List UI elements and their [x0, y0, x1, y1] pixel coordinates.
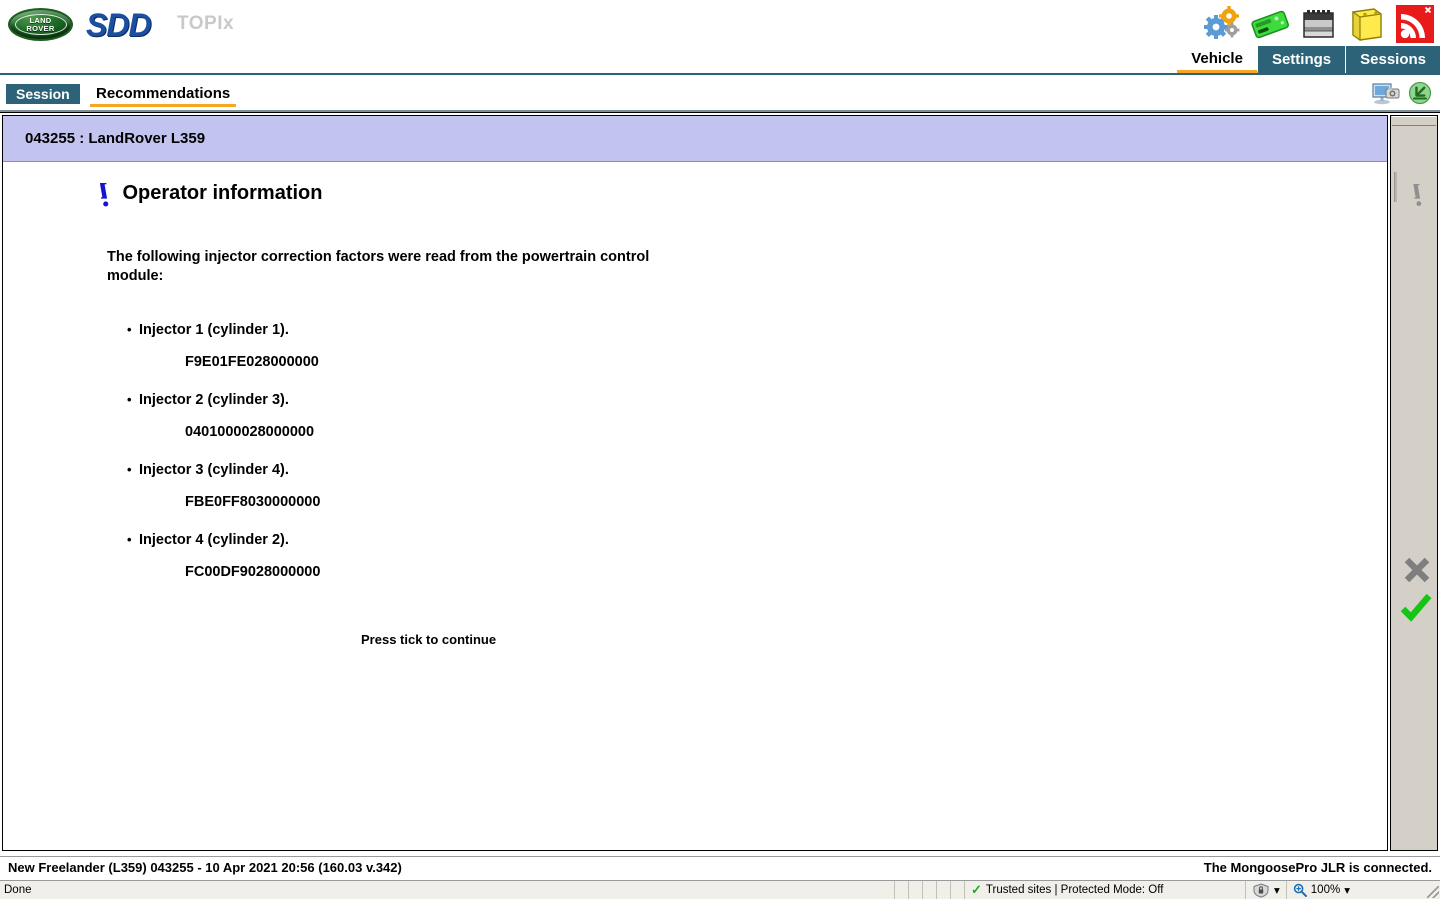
sdd-wordmark: SDD — [86, 7, 152, 43]
screen-capture-icon[interactable] — [1372, 81, 1400, 110]
tab-settings[interactable]: Settings — [1257, 46, 1347, 73]
protected-mode-icon-cell[interactable]: ▾ — [1246, 881, 1287, 899]
browser-load-state: Done — [0, 881, 895, 899]
intro-text: The following injector correction factor… — [107, 249, 650, 284]
injector-2-value: 0401000028000000 — [185, 424, 315, 440]
injector-1-label: Injector 1 (cylinder 1). — [127, 300, 1387, 338]
confirm-button[interactable] — [1400, 593, 1434, 627]
device-connection-status: The MongoosePro JLR is connected. — [1203, 860, 1432, 875]
header-icon-strip — [1200, 2, 1436, 46]
page-title: Operator information — [122, 181, 323, 204]
injector-2-label: Injector 2 (cylinder 3). — [127, 370, 1387, 408]
status-spacer-1 — [895, 881, 909, 899]
notes-tag-icon[interactable] — [1344, 3, 1388, 45]
content-area: 043255 : LandRover L359 i Operator infor… — [0, 112, 1440, 856]
tab-session[interactable]: Session — [6, 84, 80, 104]
top-brand-bar: LAND ROVER SDD TOPIx Vehicle Settings Se… — [0, 0, 1440, 73]
settings-gears-icon[interactable] — [1200, 3, 1244, 45]
rail-information-icon[interactable]: i — [1399, 174, 1435, 214]
information-icon: i — [99, 175, 109, 212]
zoom-control[interactable]: 100% ▾ — [1287, 881, 1356, 899]
vci-device-icon[interactable] — [1248, 3, 1292, 45]
security-zone-label: Trusted sites | Protected Mode: Off — [985, 884, 1164, 896]
shield-lock-icon — [1253, 882, 1269, 898]
injector-1-value: F9E01FE028000000 — [185, 354, 319, 370]
sdd-application-window: LAND ROVER SDD TOPIx Vehicle Settings Se… — [0, 0, 1440, 899]
tab-recommendations[interactable]: Recommendations — [90, 82, 237, 107]
injector-3-value: FBE0FF8030000000 — [185, 494, 321, 510]
session-footer: New Freelander (L359) 043255 - 10 Apr 20… — [0, 856, 1440, 880]
land-rover-logo: LAND ROVER — [8, 8, 73, 41]
list-item: Injector 4 (cylinder 2). FC00DF902800000… — [3, 510, 1387, 580]
injector-4-label: Injector 4 (cylinder 2). — [127, 510, 1387, 548]
rail-divider — [1394, 172, 1397, 202]
download-import-icon[interactable] — [1408, 81, 1432, 110]
logo-inner-ring: LAND ROVER — [14, 14, 67, 35]
tab-sessions[interactable]: Sessions — [1346, 46, 1440, 73]
main-nav-tabs: Vehicle Settings Sessions — [1177, 46, 1440, 73]
logo-text-bottom: ROVER — [26, 23, 55, 33]
zoom-level-label: 100% — [1310, 884, 1341, 896]
session-tab-bar: Session Recommendations — [0, 77, 1440, 111]
status-spacer-4 — [937, 881, 951, 899]
topix-wordmark: TOPIx — [177, 13, 235, 34]
protected-mode-dropdown-arrow[interactable]: ▾ — [1274, 883, 1280, 897]
resize-grip[interactable] — [1426, 881, 1440, 899]
subbar-icon-strip — [1372, 81, 1432, 110]
operator-info-header: i Operator information — [3, 162, 1387, 212]
rss-feed-icon[interactable] — [1392, 3, 1436, 45]
tab-vehicle[interactable]: Vehicle — [1177, 46, 1258, 73]
trusted-check-icon: ✓ — [971, 882, 982, 897]
status-spacer-5 — [951, 881, 965, 899]
injector-4-value: FC00DF9028000000 — [185, 564, 321, 580]
status-spacer-2 — [909, 881, 923, 899]
tool-rail: i — [1390, 115, 1438, 851]
injector-3-label: Injector 3 (cylinder 4). — [127, 440, 1387, 478]
list-item: Injector 1 (cylinder 1). F9E01FE02800000… — [3, 300, 1387, 370]
cancel-button[interactable] — [1400, 553, 1434, 587]
browser-status-bar: Done ✓ Trusted sites | Protected Mode: O… — [0, 880, 1440, 899]
injector-list: Injector 1 (cylinder 1). F9E01FE02800000… — [3, 300, 1387, 580]
session-summary: New Freelander (L359) 043255 - 10 Apr 20… — [8, 860, 402, 875]
security-zone-indicator[interactable]: ✓ Trusted sites | Protected Mode: Off — [965, 881, 1246, 899]
zoom-dropdown-arrow[interactable]: ▾ — [1344, 883, 1350, 897]
status-spacer-3 — [923, 881, 937, 899]
zoom-magnifier-icon — [1293, 883, 1307, 897]
vehicle-banner: 043255 : LandRover L359 — [3, 116, 1387, 162]
battery-module-icon[interactable] — [1296, 3, 1340, 45]
list-item: Injector 3 (cylinder 4). FBE0FF803000000… — [3, 440, 1387, 510]
document-pane: 043255 : LandRover L359 i Operator infor… — [2, 115, 1388, 851]
continue-prompt: Press tick to continue — [361, 632, 497, 647]
list-item: Injector 2 (cylinder 3). 040100002800000… — [3, 370, 1387, 440]
rail-scrollbar[interactable] — [1392, 116, 1436, 126]
